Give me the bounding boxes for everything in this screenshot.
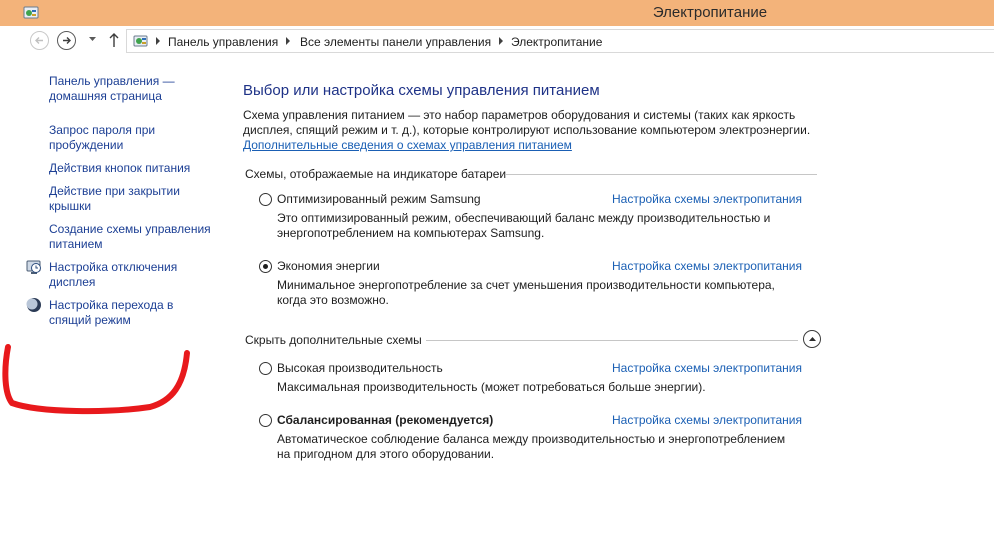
sidebar: Панель управления — домашняя страница За… <box>0 58 230 540</box>
plan-power-saver-radio[interactable] <box>259 260 272 273</box>
control-panel-icon <box>23 6 39 19</box>
moon-icon <box>26 298 41 312</box>
back-button[interactable] <box>30 31 49 50</box>
page-title: Выбор или настройка схемы управления пит… <box>243 82 600 99</box>
breadcrumb-control-panel[interactable]: Панель управления <box>168 35 278 49</box>
more-info-link[interactable]: Дополнительные сведения о схемах управле… <box>243 138 572 152</box>
plan-samsung-desc: Это оптимизированный режим, обеспечивающ… <box>277 211 771 240</box>
up-arrow-icon[interactable] <box>108 32 120 48</box>
plan-samsung-radio[interactable] <box>259 193 272 206</box>
breadcrumb-separator-icon[interactable] <box>498 37 504 45</box>
control-panel-icon <box>133 35 148 47</box>
description: Схема управления питанием — это набор па… <box>243 108 811 137</box>
chevron-up-icon <box>808 337 816 341</box>
forward-button[interactable] <box>57 31 76 50</box>
plan-balanced-desc: Автоматическое соблюдение баланса между … <box>277 432 786 461</box>
plan-balanced-name[interactable]: Сбалансированная (рекомендуется) <box>277 413 493 427</box>
plan-high-performance-configure-link[interactable]: Настройка схемы электропитания <box>612 361 802 375</box>
sidebar-item-wake-password[interactable]: Запрос пароля при пробуждении <box>49 123 219 153</box>
breadcrumb-power-options[interactable]: Электропитание <box>511 35 602 49</box>
plan-high-performance-radio[interactable] <box>259 362 272 375</box>
plan-samsung-name[interactable]: Оптимизированный режим Samsung <box>277 192 481 206</box>
section-divider <box>426 340 798 341</box>
plan-balanced-configure-link[interactable]: Настройка схемы электропитания <box>612 413 802 427</box>
sidebar-item-lid-close[interactable]: Действие при закрытии крышки <box>49 184 219 214</box>
chevron-down-icon[interactable] <box>88 36 97 42</box>
sidebar-item-sleep[interactable]: Настройка перехода в спящий режим <box>49 298 219 328</box>
sidebar-item-create-plan[interactable]: Создание схемы управления питанием <box>49 222 219 252</box>
title-bar: Электропитание <box>0 0 994 26</box>
section-divider <box>505 174 817 175</box>
section-hidden-plans: Скрыть дополнительные схемы <box>245 333 422 347</box>
plan-power-saver-desc: Минимальное энергопотребление за счет ум… <box>277 278 775 307</box>
breadcrumb-separator-icon[interactable] <box>285 37 291 45</box>
window-title: Электропитание <box>652 4 768 21</box>
sidebar-item-display-off[interactable]: Настройка отключения дисплея <box>49 260 219 290</box>
forward-arrow-icon <box>63 37 71 44</box>
plan-high-performance-name[interactable]: Высокая производительность <box>277 361 443 375</box>
breadcrumb-all-items[interactable]: Все элементы панели управления <box>300 35 491 49</box>
sidebar-item-power-buttons[interactable]: Действия кнопок питания <box>49 161 219 176</box>
plan-samsung-configure-link[interactable]: Настройка схемы электропитания <box>612 192 802 206</box>
main-content: Выбор или настройка схемы управления пит… <box>243 58 994 540</box>
collapse-button[interactable] <box>803 330 821 348</box>
plan-high-performance-desc: Максимальная производительность (может п… <box>277 380 706 394</box>
plan-balanced-radio[interactable] <box>259 414 272 427</box>
navigation-bar: Панель управления Все элементы панели уп… <box>0 26 994 58</box>
back-arrow-icon <box>35 37 43 44</box>
sidebar-home-link[interactable]: Панель управления — домашняя страница <box>49 74 219 104</box>
address-bar[interactable]: Панель управления Все элементы панели уп… <box>126 29 994 53</box>
display-clock-icon <box>26 260 41 274</box>
breadcrumb-separator-icon[interactable] <box>155 37 161 45</box>
plan-power-saver-name[interactable]: Экономия энергии <box>277 259 380 273</box>
section-shown-plans: Схемы, отображаемые на индикаторе батаре… <box>245 167 507 181</box>
red-annotation-mark <box>2 344 190 415</box>
plan-power-saver-configure-link[interactable]: Настройка схемы электропитания <box>612 259 802 273</box>
